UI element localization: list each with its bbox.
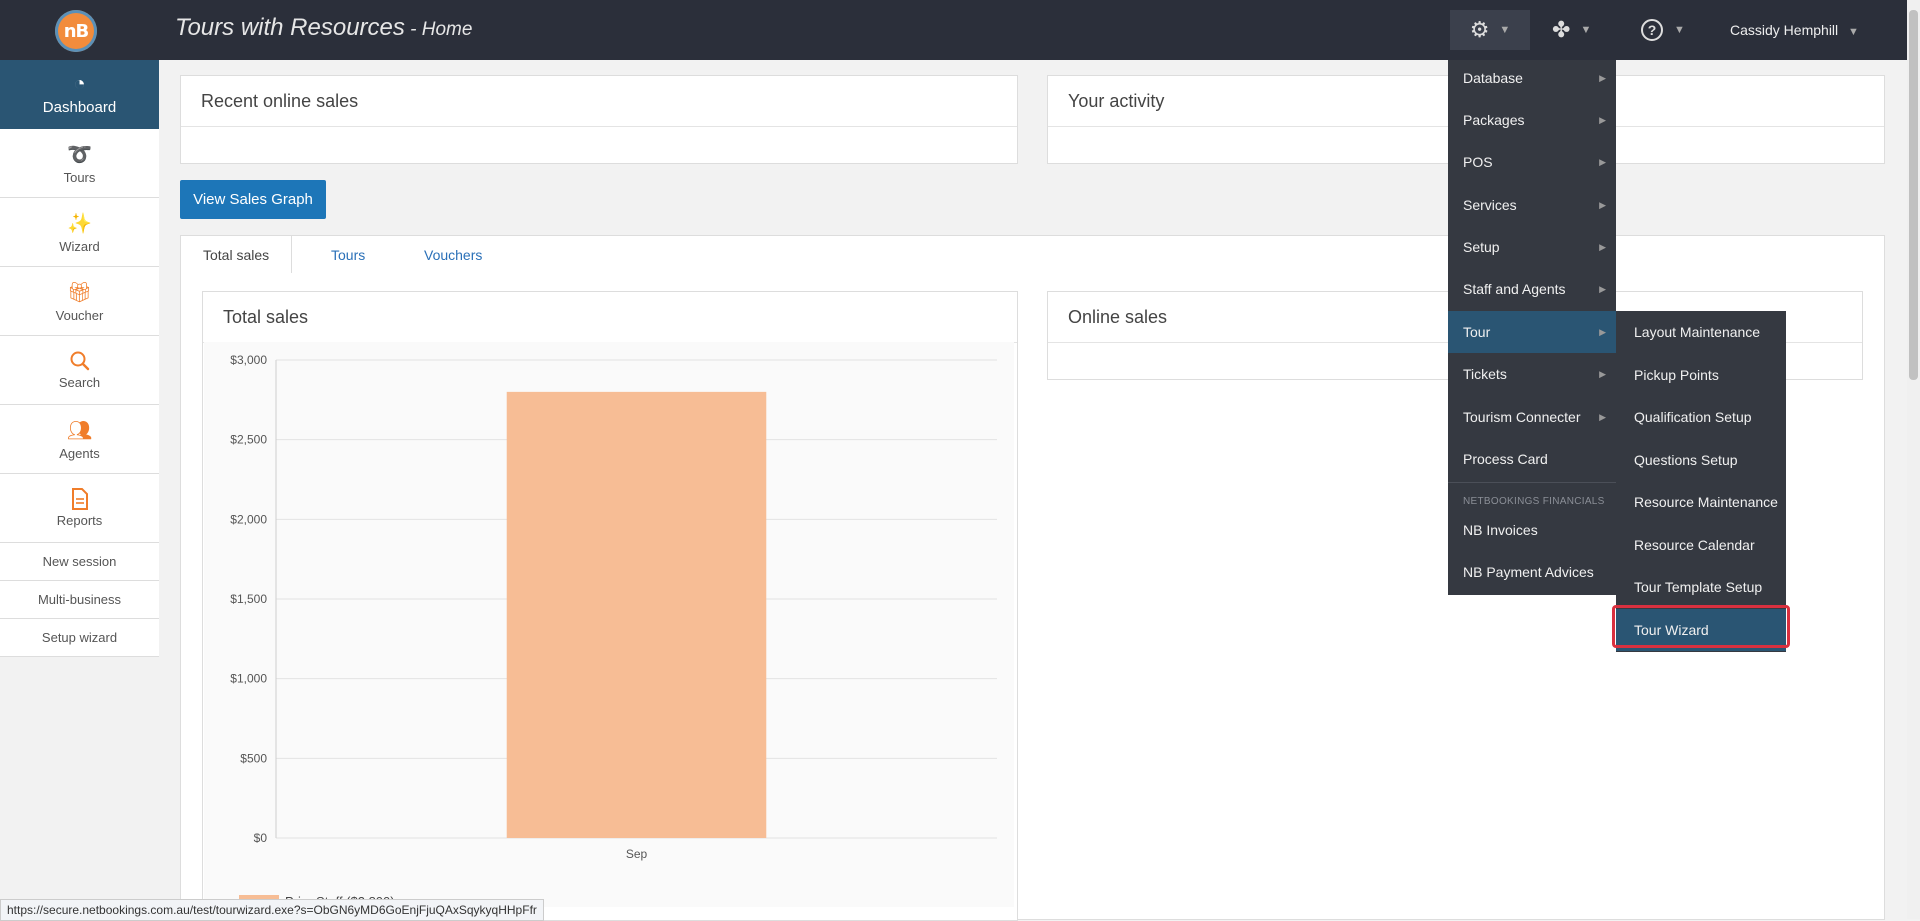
chevron-right-icon: ▶ (1599, 283, 1606, 294)
chevron-right-icon: ▶ (1599, 156, 1606, 167)
chevron-down-icon[interactable]: ▼ (1848, 26, 1859, 38)
panel-title: Recent online sales (181, 76, 1017, 127)
route-icon: ➰ (67, 143, 92, 166)
y-tick-label: $500 (240, 751, 267, 765)
chevron-right-icon: ▶ (1599, 241, 1606, 252)
scrollbar-thumb[interactable] (1909, 10, 1918, 380)
gift-icon: 🎁︎ (66, 281, 93, 304)
y-tick-label: $1,000 (230, 672, 267, 686)
users-icon: 👥︎ (66, 419, 93, 442)
help-menu-button[interactable]: ? ▼ (1640, 10, 1685, 50)
x-tick-label: Sep (626, 847, 648, 861)
tour-submenu: Layout Maintenance Pickup Points Qualifica… (1616, 311, 1786, 652)
y-tick-label: $3,000 (230, 353, 267, 367)
total-sales-chart: $0 $500 $1,000 $1,500 $2,000 $2,500 $3,000 Sep (204, 342, 1014, 907)
submenu-item-qualification-setup[interactable]: Qualification Setup (1616, 396, 1786, 438)
sidebar-link-multi-business[interactable]: Multi-business (0, 581, 159, 619)
view-sales-graph-button[interactable]: View Sales Graph (180, 180, 326, 219)
tab-tours[interactable]: Tours (331, 236, 365, 274)
submenu-item-questions-setup[interactable]: Questions Setup (1616, 439, 1786, 481)
settings-menu-button[interactable]: ⚙ ▼ (1450, 10, 1530, 50)
tools-menu-button[interactable]: ✤ ▼ (1552, 10, 1591, 50)
top-bar: nB Tours with Resources - Home ⚙ ▼ ✤ ▼ ? ▼… (0, 0, 1920, 60)
page-scrollbar[interactable] (1907, 0, 1920, 919)
sales-tabs: Total sales Tours Vouchers (180, 235, 1885, 275)
menu-item-services[interactable]: Services ▶ (1448, 184, 1616, 226)
user-menu-button[interactable]: Cassidy Hemphill (1730, 22, 1838, 38)
tab-vouchers[interactable]: Vouchers (424, 236, 482, 274)
submenu-item-resource-calendar[interactable]: Resource Calendar (1616, 524, 1786, 566)
menu-item-tour[interactable]: Tour ▶ (1448, 311, 1616, 353)
help-icon: ? (1641, 19, 1663, 41)
sidebar: ◔ Dashboard ➰ Tours ✨ Wizard 🎁︎ Voucher … (0, 60, 159, 657)
page-title: Tours with Resources - Home (175, 14, 473, 41)
submenu-item-resource-maintenance[interactable]: Resource Maintenance (1616, 481, 1786, 523)
menu-item-packages[interactable]: Packages ▶ (1448, 99, 1616, 141)
chevron-right-icon: ▶ (1599, 72, 1606, 83)
dashboard-gauge-icon: ◔ (73, 73, 86, 95)
menu-item-tickets[interactable]: Tickets ▶ (1448, 353, 1616, 395)
chevron-right-icon: ▶ (1599, 326, 1606, 337)
menu-item-process-card[interactable]: Process Card (1448, 438, 1616, 480)
menu-item-staff-and-agents[interactable]: Staff and Agents ▶ (1448, 268, 1616, 310)
chevron-right-icon: ▶ (1599, 199, 1606, 210)
chevron-down-icon: ▼ (1499, 24, 1511, 36)
svg-text:?: ? (1648, 22, 1657, 38)
chevron-down-icon: ▼ (1580, 24, 1592, 36)
chevron-right-icon: ▶ (1599, 411, 1606, 422)
chevron-right-icon: ▶ (1599, 114, 1606, 125)
chart-svg: $0 $500 $1,000 $1,500 $2,000 $2,500 $3,000 Sep (230, 353, 997, 861)
sidebar-item-tours[interactable]: ➰ Tours (0, 129, 159, 198)
status-url: https://secure.netbookings.com.au/test/t… (0, 899, 544, 921)
wand-icon: ✨ (67, 212, 92, 235)
document-icon (71, 488, 88, 510)
sidebar-item-voucher[interactable]: 🎁︎ Voucher (0, 267, 159, 336)
netbookings-logo[interactable]: nB (55, 10, 97, 52)
menu-item-setup[interactable]: Setup ▶ (1448, 226, 1616, 268)
settings-dropdown-menu: NETBOOKINGS FINANCIALS Database ▶ Packages… (1448, 60, 1616, 595)
highlight-box (1612, 605, 1790, 648)
y-tick-label: $1,500 (230, 592, 267, 606)
menu-item-nb-invoices[interactable]: NB Invoices (1448, 509, 1616, 551)
sidebar-item-search[interactable]: Search (0, 336, 159, 405)
sidebar-item-wizard[interactable]: ✨ Wizard (0, 198, 159, 267)
sidebar-item-reports[interactable]: Reports (0, 474, 159, 543)
chevron-right-icon: ▶ (1599, 368, 1606, 379)
sidebar-item-dashboard[interactable]: ◔ Dashboard (0, 60, 159, 129)
menu-item-tourism-connecter[interactable]: Tourism Connecter ▶ (1448, 396, 1616, 438)
fan-icon: ✤ (1552, 17, 1571, 42)
submenu-item-layout-maintenance[interactable]: Layout Maintenance (1616, 311, 1786, 353)
submenu-item-tour-template-setup[interactable]: Tour Template Setup (1616, 566, 1786, 608)
submenu-item-pickup-points[interactable]: Pickup Points (1616, 354, 1786, 396)
y-tick-label: $2,000 (230, 512, 267, 526)
y-tick-label: $0 (254, 831, 268, 845)
sidebar-item-agents[interactable]: 👥︎ Agents (0, 405, 159, 474)
gear-icon: ⚙ (1469, 17, 1490, 42)
chevron-down-icon: ▼ (1674, 24, 1685, 36)
recent-online-sales-panel: Recent online sales (180, 75, 1018, 164)
tab-total-sales[interactable]: Total sales (181, 236, 293, 274)
menu-item-database[interactable]: Database ▶ (1448, 57, 1616, 99)
sidebar-link-setup-wizard[interactable]: Setup wizard (0, 619, 159, 657)
bar-sep (506, 391, 767, 838)
total-sales-panel: Total sales $0 $500 $1,000 $1,500 $2,000 $2,5… (202, 291, 1018, 921)
panel-title: Total sales (203, 292, 1017, 343)
search-icon (70, 351, 89, 371)
sidebar-link-new-session[interactable]: New session (0, 543, 159, 581)
menu-item-nb-payment-advices[interactable]: NB Payment Advices (1448, 551, 1616, 593)
y-tick-label: $2,500 (230, 433, 267, 447)
menu-divider (1448, 482, 1616, 483)
menu-item-pos[interactable]: POS ▶ (1448, 141, 1616, 183)
menu-section-header: NETBOOKINGS FINANCIALS (1463, 496, 1605, 507)
